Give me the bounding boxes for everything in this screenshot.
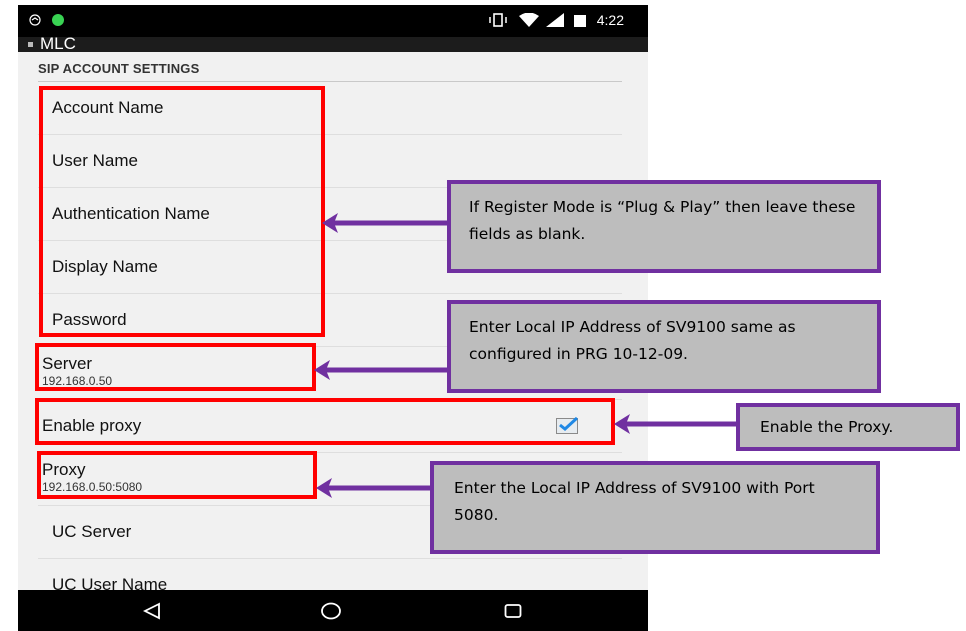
server-highlight (35, 343, 316, 391)
app-title: MLC (40, 34, 76, 53)
home-icon[interactable] (321, 602, 341, 620)
arrow-server (314, 360, 452, 380)
navigation-bar (18, 590, 648, 631)
app-icon (28, 42, 33, 47)
arrow-plug-play (322, 213, 452, 233)
clock: 4:22 (596, 12, 624, 28)
enable-proxy-highlight (35, 398, 615, 445)
callout-enable-proxy: Enable the Proxy. (736, 403, 960, 451)
wifi-icon (519, 13, 539, 27)
action-bar: MLC (18, 34, 648, 53)
back-icon[interactable] (143, 602, 161, 620)
arrow-proxy (316, 478, 436, 498)
callout-server: Enter Local IP Address of SV9100 same as… (447, 300, 881, 393)
recents-icon[interactable] (504, 603, 522, 619)
callout-text: Enter the Local IP Address of SV9100 wit… (454, 479, 815, 524)
callout-proxy: Enter the Local IP Address of SV9100 wit… (430, 461, 880, 554)
callout-text: Enable the Proxy. (760, 418, 894, 436)
notification-icon (29, 14, 41, 26)
battery-icon (574, 15, 586, 27)
callout-text: If Register Mode is “Plug & Play” then l… (469, 198, 856, 243)
arrow-enable-proxy (614, 414, 740, 434)
app-status-icon (52, 14, 64, 26)
setting-label: UC Server (52, 522, 132, 541)
signal-icon (546, 13, 564, 27)
credentials-highlight (39, 86, 325, 337)
section-title: SIP ACCOUNT SETTINGS (38, 61, 200, 76)
callout-plug-play: If Register Mode is “Plug & Play” then l… (447, 180, 881, 273)
section-header: SIP ACCOUNT SETTINGS (38, 55, 622, 82)
callout-text: Enter Local IP Address of SV9100 same as… (469, 318, 796, 363)
status-bar: 4:22 (18, 5, 648, 37)
proxy-highlight (37, 451, 317, 499)
vibrate-icon (489, 13, 507, 27)
